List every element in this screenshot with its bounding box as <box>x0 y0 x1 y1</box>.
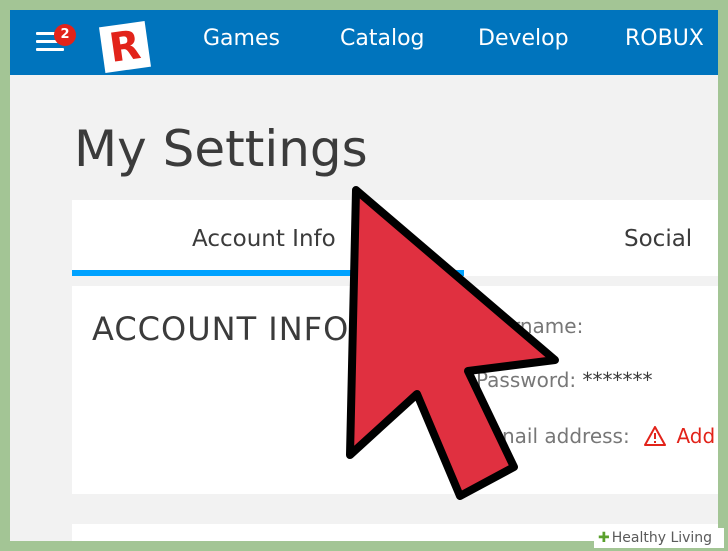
watermark-text: Healthy Living <box>611 530 713 546</box>
app-frame: 2 R Games Catalog Develop ROBUX My Setti… <box>10 10 718 541</box>
mouse-pointer-arrow <box>346 186 559 500</box>
watermark-badge: ✚ Healthy Living <box>594 528 724 548</box>
plus-icon: ✚ <box>598 530 610 546</box>
